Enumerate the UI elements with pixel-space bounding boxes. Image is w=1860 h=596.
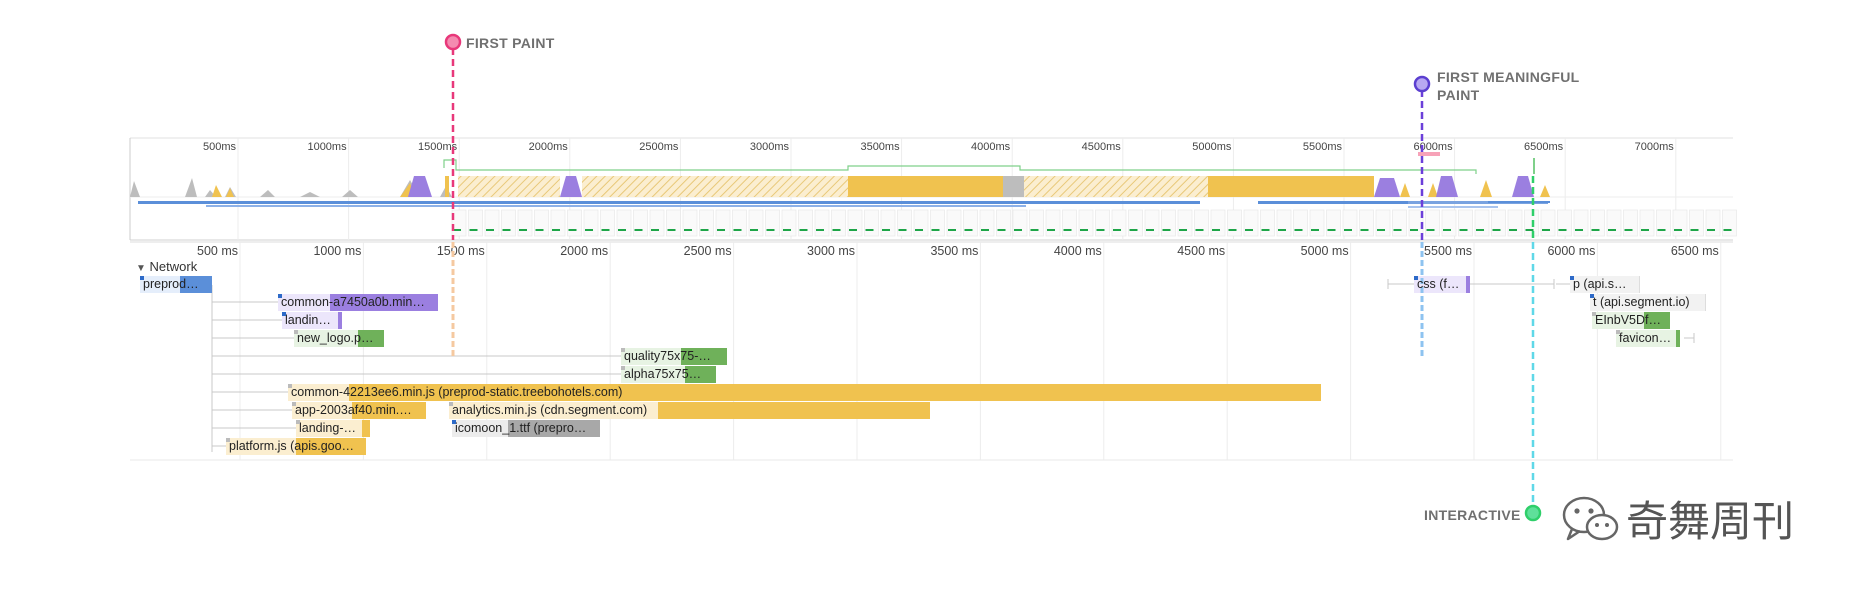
detail-tick-label: 1500 ms [437,244,485,258]
network-section-header[interactable]: ▼ Network [136,259,197,274]
request-bar[interactable]: EInbV5Df… [1592,312,1670,329]
request-label: platform.js (apis.goo… [229,439,355,453]
request-bar[interactable]: p (api.s… [1570,276,1640,293]
request-bar[interactable]: t (api.segment.io) [1590,294,1706,311]
network-header-label: Network [149,259,198,274]
request-label: analytics.min.js (cdn.segment.com) [452,403,648,417]
watermark-text: 奇舞周刊 [1626,497,1795,546]
request-bar[interactable]: alpha75x75… [621,366,716,383]
request-bar[interactable]: favicon… [1616,330,1680,347]
request-bar[interactable]: platform.js (apis.goo… [226,438,366,455]
request-label: favicon… [1619,331,1672,345]
detail-tick-label: 6500 ms [1671,244,1719,258]
request-label: preprod… [143,277,199,291]
request-label: landing-… [299,421,356,435]
watermark: 奇舞周刊 [1562,488,1794,549]
detail-tick-label: 5500 ms [1424,244,1472,258]
request-label: t (api.segment.io) [1593,295,1690,309]
detail-tick-label: 1000 ms [313,244,361,258]
request-label: icomoon_1.ttf (prepro… [455,421,587,435]
request-label: common-42213ee6.min.js (preprod-static.t… [291,385,623,399]
request-bar[interactable]: app-2003af40.min.… [292,402,426,419]
request-bar[interactable]: css (f… [1414,276,1470,293]
request-label: new_logo.p… [297,331,374,345]
detail-tick-label: 500 ms [197,244,238,258]
request-label: quality75x75-… [624,349,711,363]
wechat-logo-icon [1562,496,1619,540]
request-bar[interactable]: common-a7450a0b.min… [278,294,438,311]
request-label: common-a7450a0b.min… [281,295,425,309]
request-label: landin… [285,313,331,327]
request-bar[interactable]: landing-… [296,420,370,437]
request-label: app-2003af40.min.… [295,403,412,417]
request-label: css (f… [1417,277,1460,291]
request-bar[interactable]: landin… [282,312,342,329]
request-label: p (api.s… [1573,277,1627,291]
request-label: EInbV5Df… [1595,313,1662,327]
request-bar[interactable]: preprod… [140,276,212,293]
request-bar[interactable]: icomoon_1.ttf (prepro… [452,420,600,437]
detail-tick-label: 6000 ms [1547,244,1595,258]
request-bar[interactable]: quality75x75-… [621,348,727,365]
detail-tick-label: 3500 ms [930,244,978,258]
request-bar[interactable]: new_logo.p… [294,330,384,347]
collapse-triangle-icon[interactable]: ▼ [136,263,146,274]
detail-tick-label: 4000 ms [1054,244,1102,258]
detail-tick-label: 5000 ms [1301,244,1349,258]
request-bar[interactable]: analytics.min.js (cdn.segment.com) [449,402,930,419]
request-label: alpha75x75… [624,367,702,381]
request-bar[interactable]: common-42213ee6.min.js (preprod-static.t… [288,384,1321,401]
detail-tick-label: 2500 ms [684,244,732,258]
detail-tick-label: 3000 ms [807,244,855,258]
detail-tick-label: 4500 ms [1177,244,1225,258]
detail-tick-label: 2000 ms [560,244,608,258]
